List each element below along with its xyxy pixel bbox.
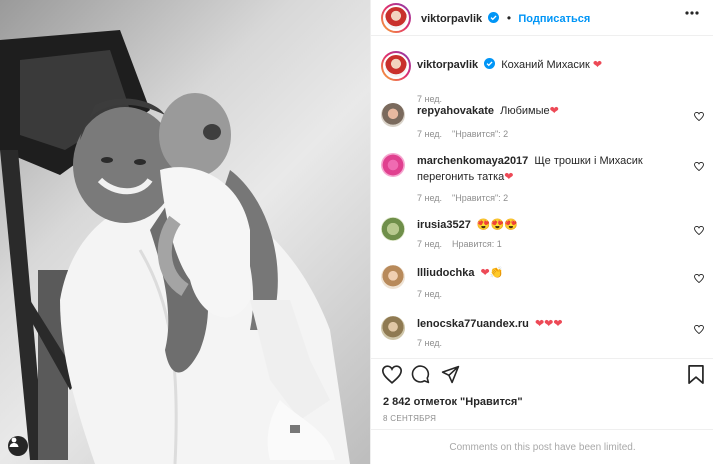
- author-avatar[interactable]: [381, 51, 411, 81]
- comment-emoji: ❤: [549, 105, 559, 117]
- commenter-avatar[interactable]: [381, 265, 405, 289]
- likes-count[interactable]: 2 842 отметок "Нравится": [383, 396, 523, 408]
- comment-username[interactable]: lenocska77uandex.ru: [417, 318, 529, 330]
- photo-illustration: [0, 30, 350, 464]
- commenter-avatar[interactable]: [381, 153, 405, 177]
- comment-time[interactable]: 7 нед.: [417, 193, 442, 203]
- heart-outline-icon[interactable]: [694, 226, 704, 235]
- comment-username[interactable]: marchenkomaya2017: [417, 155, 528, 167]
- caption-username[interactable]: viktorpavlik: [417, 59, 478, 71]
- like-button[interactable]: [382, 365, 402, 384]
- comment-username[interactable]: llliudochka: [417, 267, 474, 279]
- follow-button[interactable]: Подписаться: [518, 13, 590, 25]
- commenter-avatar[interactable]: [381, 103, 405, 127]
- comment-time[interactable]: 7 нед.: [417, 239, 442, 249]
- comment-username[interactable]: irusia3527: [417, 219, 471, 231]
- author-username[interactable]: viktorpavlik: [421, 13, 482, 25]
- heart-outline-icon[interactable]: [694, 274, 704, 283]
- comment-likes[interactable]: Нравится: 1: [452, 239, 502, 249]
- comment-likes[interactable]: "Нравится": 2: [452, 193, 508, 203]
- comment-emoji: ❤: [504, 171, 514, 183]
- heart-outline-icon[interactable]: [694, 112, 704, 121]
- share-icon[interactable]: [441, 365, 460, 384]
- comments-list[interactable]: viktorpavlik Коханий Михасик ❤ 7 нед. re…: [371, 37, 713, 359]
- comments-limited-notice: Comments on this post have been limited.: [371, 429, 713, 464]
- user-tag-icon[interactable]: [8, 436, 28, 456]
- comment-text: Любимые: [500, 105, 550, 117]
- post-header: viktorpavlik • Подписаться: [371, 0, 713, 36]
- post-photo[interactable]: [0, 0, 370, 464]
- comment-likes[interactable]: "Нравится": 2: [452, 129, 508, 139]
- comment-time[interactable]: 7 нед.: [417, 129, 442, 139]
- more-icon[interactable]: [685, 11, 699, 15]
- comment-time[interactable]: 7 нед.: [417, 289, 442, 299]
- post-side-panel: viktorpavlik • Подписаться viktorpavlik …: [370, 0, 713, 464]
- comment-emoji: ❤👏: [480, 267, 504, 279]
- caption-emoji: ❤: [592, 59, 603, 71]
- post-actions: [381, 365, 706, 389]
- comment-icon[interactable]: [411, 365, 430, 384]
- verified-icon: [484, 58, 496, 69]
- caption-text: Коханий Михасик: [501, 59, 590, 71]
- commenter-avatar[interactable]: [381, 316, 405, 340]
- heart-outline-icon[interactable]: [694, 162, 704, 171]
- author-avatar[interactable]: [381, 2, 411, 33]
- verified-icon: [488, 11, 500, 23]
- comment-time[interactable]: 7 нед.: [417, 338, 442, 348]
- comment-emoji: 😍😍😍: [476, 219, 518, 231]
- heart-outline-icon[interactable]: [694, 325, 704, 334]
- bookmark-icon[interactable]: [688, 365, 704, 384]
- comment-username[interactable]: repyahovakate: [417, 105, 494, 117]
- comment-emoji: ❤❤❤: [534, 318, 563, 330]
- separator-dot: •: [506, 10, 512, 25]
- commenter-avatar[interactable]: [381, 217, 405, 241]
- post-date: 8 СЕНТЯБРЯ: [383, 414, 437, 423]
